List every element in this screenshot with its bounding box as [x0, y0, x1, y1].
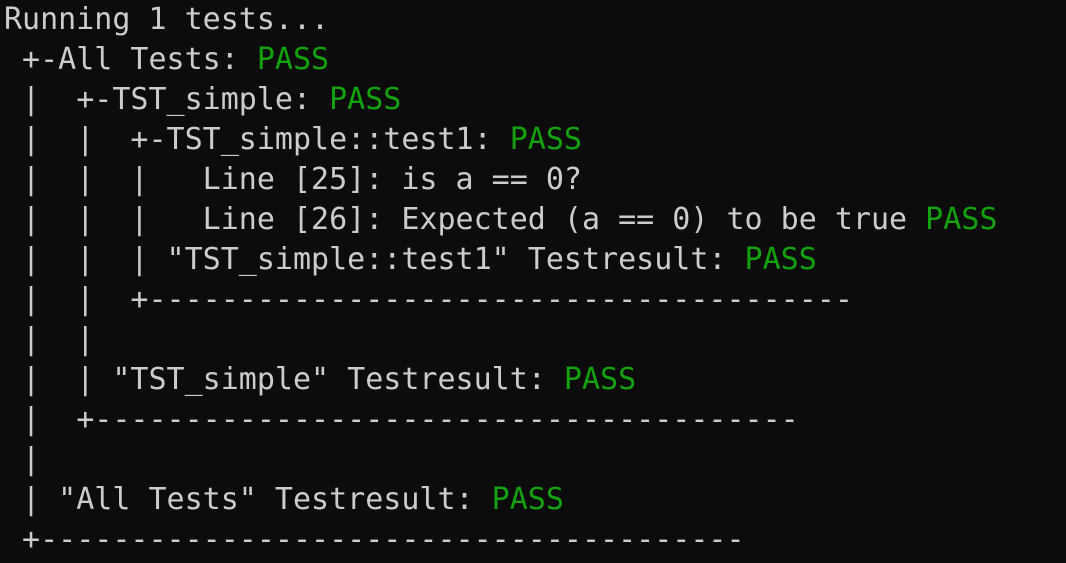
terminal-window[interactable]: Running 1 tests... +-All Tests: PASS | +…	[0, 0, 1066, 563]
terminal-line-line26: | | | Line [26]: Expected (a == 0) to be…	[4, 200, 1066, 240]
line-text: | | | Line [25]: is a == 0?	[4, 162, 582, 197]
terminal-line-all-tests-result: | "All Tests" Testresult: PASS	[4, 480, 1066, 520]
terminal-line-all-tests: +-All Tests: PASS	[4, 40, 1066, 80]
terminal-line-running: Running 1 tests...	[4, 0, 1066, 40]
status-pass: PASS	[925, 202, 998, 237]
terminal-line-spacer-1: | |	[4, 320, 1066, 360]
line-text: +-All Tests:	[4, 42, 257, 77]
line-text: | | +-----------------------------------…	[4, 282, 853, 317]
terminal-line-tst-simple-result: | | "TST_simple" Testresult: PASS	[4, 360, 1066, 400]
terminal-line-tst-simple: | +-TST_simple: PASS	[4, 80, 1066, 120]
status-pass: PASS	[491, 482, 564, 517]
terminal-line-line25: | | | Line [25]: is a == 0?	[4, 160, 1066, 200]
status-pass: PASS	[563, 362, 637, 397]
terminal-line-test1: | | +-TST_simple::test1: PASS	[4, 120, 1066, 160]
line-text: | |	[4, 322, 95, 357]
line-text: | | | "TST_simple::test1" Testresult:	[4, 242, 745, 277]
terminal-line-tst-simple-footer: | +-------------------------------------…	[4, 400, 1066, 440]
line-text: |	[4, 442, 41, 477]
status-pass: PASS	[329, 82, 402, 117]
line-text: | +-------------------------------------…	[4, 402, 799, 437]
terminal-line-all-tests-footer: +---------------------------------------	[4, 520, 1066, 560]
terminal-line-test1-footer: | | +-----------------------------------…	[4, 280, 1066, 320]
line-text: +---------------------------------------	[4, 522, 745, 557]
line-text: Running 1 tests...	[4, 2, 330, 37]
line-text: | | +-TST_simple::test1:	[4, 122, 510, 157]
line-text: | | | Line [26]: Expected (a == 0) to be…	[4, 202, 926, 237]
terminal-line-test1-result: | | | "TST_simple::test1" Testresult: PA…	[4, 240, 1066, 280]
line-text: | "All Tests" Testresult:	[4, 482, 492, 517]
status-pass: PASS	[509, 122, 582, 157]
status-pass: PASS	[744, 242, 817, 277]
line-text: | +-TST_simple:	[4, 82, 330, 117]
status-pass: PASS	[256, 42, 330, 77]
terminal-line-spacer-2: |	[4, 440, 1066, 480]
line-text: | | "TST_simple" Testresult:	[4, 362, 564, 397]
